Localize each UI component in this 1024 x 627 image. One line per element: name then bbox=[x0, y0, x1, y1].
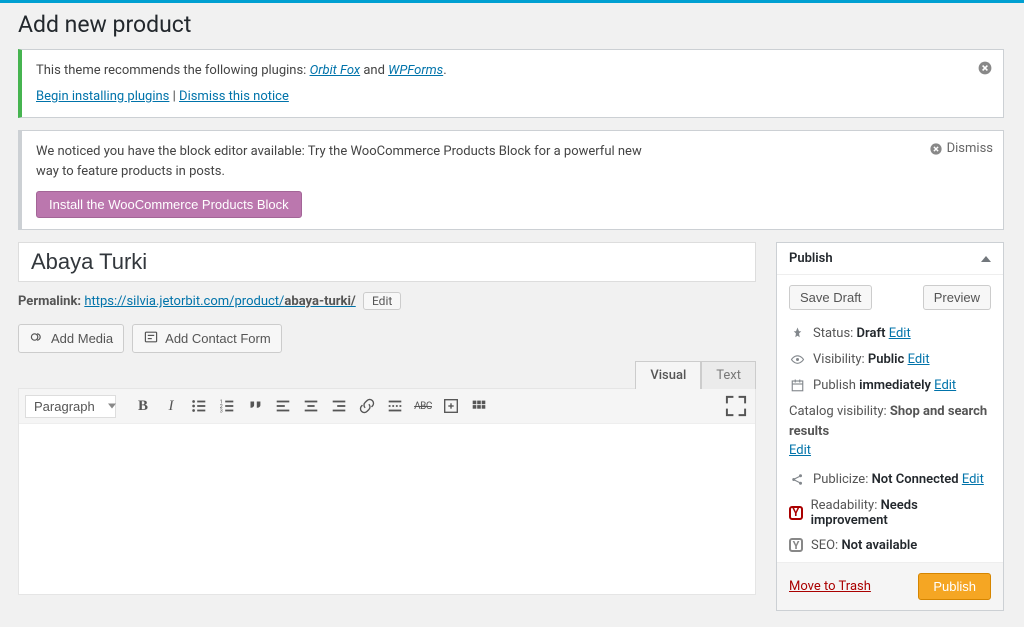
install-block-button[interactable]: Install the WooCommerce Products Block bbox=[36, 191, 302, 218]
edit-permalink-button[interactable]: Edit bbox=[363, 292, 401, 310]
pin-icon bbox=[789, 325, 805, 341]
caret-up-icon bbox=[981, 256, 991, 262]
theme-notice-text: This theme recommends the following plug… bbox=[36, 63, 310, 78]
edit-status-link[interactable]: Edit bbox=[889, 326, 911, 341]
edit-visibility-link[interactable]: Edit bbox=[908, 352, 930, 367]
block-editor-notice: Dismiss We noticed you have the block ed… bbox=[18, 130, 1004, 230]
add-media-button[interactable]: Add Media bbox=[18, 324, 124, 353]
dismiss-notice-link[interactable]: Dismiss this notice bbox=[179, 89, 289, 104]
begin-installing-link[interactable]: Begin installing plugins bbox=[36, 89, 169, 104]
yoast-seo-icon: Y bbox=[789, 538, 803, 552]
eye-icon bbox=[789, 351, 805, 367]
plugin-link-wpforms[interactable]: WPForms bbox=[388, 63, 443, 78]
catalog-row: Catalog visibility: Shop and search resu… bbox=[789, 398, 991, 467]
link-button[interactable] bbox=[354, 393, 380, 419]
blockquote-button[interactable] bbox=[242, 393, 268, 419]
svg-text:3: 3 bbox=[220, 408, 223, 414]
align-left-button[interactable] bbox=[270, 393, 296, 419]
page-title: Add new product bbox=[18, 3, 1004, 44]
editor-body[interactable] bbox=[19, 424, 755, 594]
block-notice-text: We noticed you have the block editor ava… bbox=[36, 142, 656, 181]
permalink-url[interactable]: https://silvia.jetorbit.com/product/abay… bbox=[84, 294, 355, 309]
form-icon bbox=[143, 329, 159, 348]
readability-row: Y Readability: Needs improvement bbox=[789, 493, 991, 533]
edit-catalog-link[interactable]: Edit bbox=[789, 443, 811, 458]
preview-button[interactable]: Preview bbox=[923, 285, 991, 310]
seo-row: Y SEO: Not available bbox=[789, 533, 991, 558]
italic-button[interactable]: I bbox=[158, 393, 184, 419]
publish-box: Publish Save Draft Preview Status: Draft… bbox=[776, 242, 1004, 611]
align-right-button[interactable] bbox=[326, 393, 352, 419]
toolbar-toggle-button[interactable] bbox=[466, 393, 492, 419]
edit-publicize-link[interactable]: Edit bbox=[962, 472, 984, 487]
align-center-button[interactable] bbox=[298, 393, 324, 419]
yoast-readability-icon: Y bbox=[789, 506, 803, 520]
bold-button[interactable]: B bbox=[130, 393, 156, 419]
publish-box-header[interactable]: Publish bbox=[777, 243, 1003, 275]
insert-block-button[interactable] bbox=[438, 393, 464, 419]
calendar-icon bbox=[789, 377, 805, 393]
visibility-row: Visibility: Public Edit bbox=[789, 346, 991, 372]
schedule-row: Publish immediately Edit bbox=[789, 372, 991, 398]
editor-container: Paragraph B I 123 ABC bbox=[18, 388, 756, 595]
add-contact-form-button[interactable]: Add Contact Form bbox=[132, 324, 282, 353]
plugin-link-orbit-fox[interactable]: Orbit Fox bbox=[310, 63, 361, 78]
product-title-input[interactable] bbox=[18, 242, 756, 282]
tab-text[interactable]: Text bbox=[701, 361, 756, 389]
move-to-trash-link[interactable]: Move to Trash bbox=[789, 579, 871, 594]
theme-notice: This theme recommends the following plug… bbox=[18, 49, 1004, 118]
dismiss-button[interactable]: Dismiss bbox=[929, 141, 993, 156]
fullscreen-button[interactable] bbox=[723, 393, 749, 419]
format-select[interactable]: Paragraph bbox=[25, 395, 116, 418]
publish-button[interactable]: Publish bbox=[918, 573, 991, 600]
publicize-row: Publicize: Not Connected Edit bbox=[789, 467, 991, 493]
media-icon bbox=[29, 329, 45, 348]
read-more-button[interactable] bbox=[382, 393, 408, 419]
numbered-list-button[interactable]: 123 bbox=[214, 393, 240, 419]
permalink-label: Permalink: bbox=[18, 294, 81, 309]
status-row: Status: Draft Edit bbox=[789, 320, 991, 346]
tab-visual[interactable]: Visual bbox=[635, 361, 701, 389]
save-draft-button[interactable]: Save Draft bbox=[789, 285, 872, 310]
spellcheck-button[interactable]: ABC bbox=[410, 393, 436, 419]
edit-schedule-link[interactable]: Edit bbox=[934, 378, 956, 393]
share-icon bbox=[789, 472, 805, 488]
editor-toolbar: Paragraph B I 123 ABC bbox=[19, 389, 755, 424]
bullet-list-button[interactable] bbox=[186, 393, 212, 419]
close-icon[interactable] bbox=[977, 60, 993, 76]
